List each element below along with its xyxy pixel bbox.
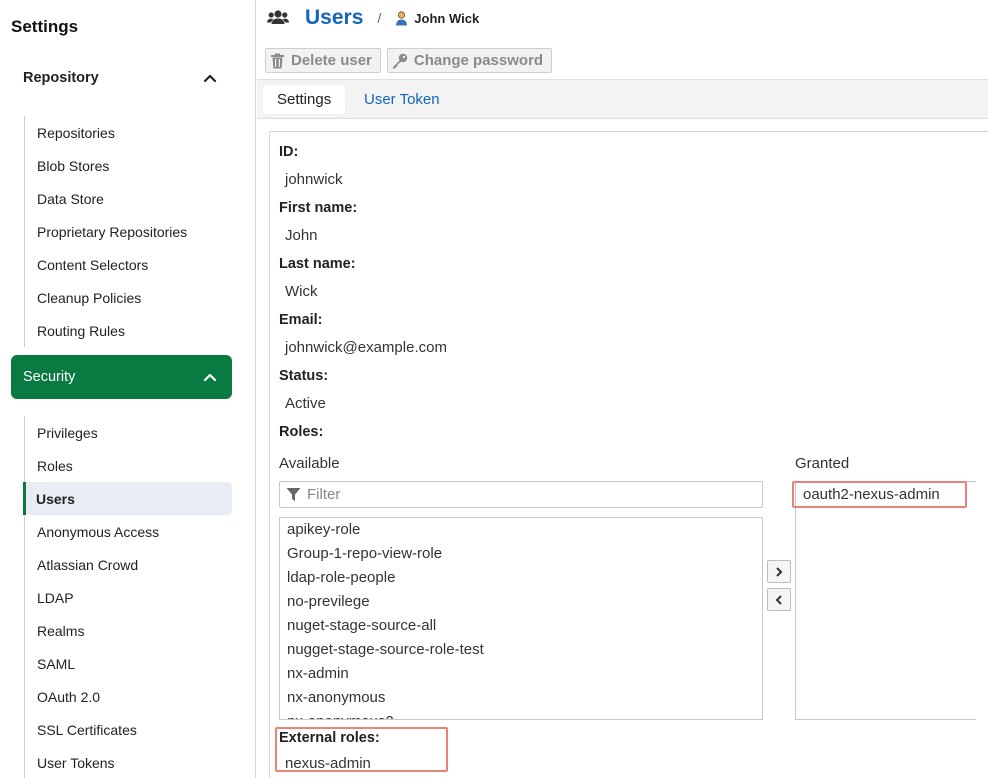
settings-sidebar: Settings Repository Repositories Blob St… xyxy=(0,0,256,778)
sidebar-item-user-tokens[interactable]: User Tokens xyxy=(25,746,232,778)
filter-icon xyxy=(286,488,301,501)
status-value: Active xyxy=(285,395,326,412)
sidebar-item-privileges[interactable]: Privileges xyxy=(25,416,232,449)
granted-roles-label: Granted xyxy=(795,455,850,472)
breadcrumb-separator: / xyxy=(377,10,382,26)
chevron-right-icon xyxy=(776,566,783,577)
sidebar-item-saml[interactable]: SAML xyxy=(25,647,232,680)
sidebar-item-content-selectors[interactable]: Content Selectors xyxy=(25,248,232,281)
sidebar-item-routing-rules[interactable]: Routing Rules xyxy=(25,314,232,347)
sidebar-item-users[interactable]: Users xyxy=(23,482,232,515)
remove-role-button[interactable] xyxy=(767,588,791,611)
list-item[interactable]: nx-admin xyxy=(280,662,762,686)
chevron-up-icon xyxy=(203,74,217,83)
sidebar-item-realms[interactable]: Realms xyxy=(25,614,232,647)
status-label: Status: xyxy=(279,368,329,384)
list-item[interactable]: no-previlege xyxy=(280,590,762,614)
change-password-label: Change password xyxy=(413,52,544,69)
main-content: Users / John Wick Delete user Change pas… xyxy=(257,0,988,778)
sidebar-item-roles[interactable]: Roles xyxy=(25,449,232,482)
sidebar-item-ldap[interactable]: LDAP xyxy=(25,581,232,614)
sidebar-item-anonymous-access[interactable]: Anonymous Access xyxy=(25,515,232,548)
change-password-button[interactable]: Change password xyxy=(386,48,553,73)
last-name-label: Last name: xyxy=(279,256,356,272)
roles-label: Roles: xyxy=(279,424,324,440)
sidebar-group-repository[interactable]: Repository xyxy=(11,56,232,100)
delete-user-label: Delete user xyxy=(291,52,372,69)
filter-placeholder: Filter xyxy=(307,486,341,503)
chevron-up-icon xyxy=(203,373,217,382)
last-name-value: Wick xyxy=(285,283,318,300)
role-filter-input[interactable]: Filter xyxy=(279,481,763,508)
add-role-button[interactable] xyxy=(767,560,791,583)
users-icon xyxy=(267,10,289,24)
page-title[interactable]: Users xyxy=(305,6,363,30)
sidebar-item-data-store[interactable]: Data Store xyxy=(25,182,232,215)
breadcrumb: Users / John Wick xyxy=(267,4,479,32)
sidebar-group-label: Repository xyxy=(23,70,99,86)
sidebar-group-security[interactable]: Security xyxy=(11,355,232,399)
list-item[interactable]: nuget-stage-source-all xyxy=(280,614,762,638)
tab-user-token[interactable]: User Token xyxy=(350,85,454,114)
id-label: ID: xyxy=(279,144,299,160)
sidebar-item-atlassian-crowd[interactable]: Atlassian Crowd xyxy=(25,548,232,581)
delete-user-button[interactable]: Delete user xyxy=(265,48,381,73)
list-item[interactable]: apikey-role xyxy=(280,518,762,542)
sidebar-item-cleanup-policies[interactable]: Cleanup Policies xyxy=(25,281,232,314)
sidebar-item-blob-stores[interactable]: Blob Stores xyxy=(25,149,232,182)
available-roles-label: Available xyxy=(279,455,340,472)
granted-role-highlight xyxy=(792,481,967,508)
available-roles-list[interactable]: apikey-role Group-1-repo-view-role ldap-… xyxy=(279,517,763,720)
first-name-label: First name: xyxy=(279,200,358,216)
granted-roles-list[interactable]: oauth2-nexus-admin xyxy=(795,481,976,720)
sidebar-item-ssl-certificates[interactable]: SSL Certificates xyxy=(25,713,232,746)
sidebar-group-label: Security xyxy=(23,369,76,385)
chevron-left-icon xyxy=(775,594,782,605)
list-item[interactable]: nx-anonymous2 xyxy=(280,710,762,719)
breadcrumb-user: John Wick xyxy=(414,10,480,26)
sidebar-title: Settings xyxy=(11,17,79,36)
sidebar-item-oauth[interactable]: OAuth 2.0 xyxy=(25,680,232,713)
email-label: Email: xyxy=(279,312,323,328)
list-item[interactable]: Group-1-repo-view-role xyxy=(280,542,762,566)
user-icon xyxy=(396,10,408,25)
external-roles-highlight xyxy=(275,727,448,772)
list-item[interactable]: ldap-role-people xyxy=(280,566,762,590)
toolbar: Delete user Change password xyxy=(265,48,553,73)
list-item[interactable]: nx-anonymous xyxy=(280,686,762,710)
trash-icon xyxy=(271,53,284,68)
sidebar-item-proprietary-repositories[interactable]: Proprietary Repositories xyxy=(25,215,232,248)
key-icon xyxy=(392,53,408,68)
email-value: johnwick@example.com xyxy=(285,339,447,356)
id-value: johnwick xyxy=(285,171,343,188)
list-item[interactable]: nugget-stage-source-role-test xyxy=(280,638,762,662)
sidebar-item-repositories[interactable]: Repositories xyxy=(25,116,232,149)
first-name-value: John xyxy=(285,227,318,244)
tab-bar: Settings User Token xyxy=(257,79,988,119)
tab-settings[interactable]: Settings xyxy=(263,85,346,114)
